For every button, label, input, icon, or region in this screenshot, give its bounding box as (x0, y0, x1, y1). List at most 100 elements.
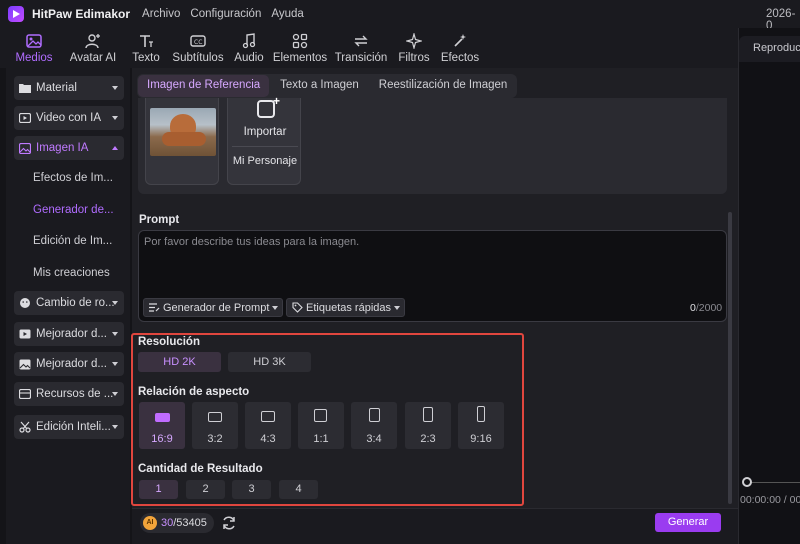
sidebar-item-recursos[interactable]: Recursos de ... (14, 382, 124, 406)
chevron-up-icon (112, 146, 118, 150)
tab-texto-a-imagen[interactable]: Texto a Imagen (271, 75, 368, 97)
subtitles-icon: CC (189, 32, 207, 50)
ai-credits-badge: AI 30/53405 (140, 513, 214, 533)
preview-tab[interactable]: Reproductor (739, 36, 800, 62)
tool-elementos[interactable]: Elementos (270, 28, 330, 68)
ratio-label: 3:4 (366, 433, 382, 445)
tool-label: Transición (334, 52, 388, 64)
quantity-2-button[interactable]: 2 (186, 480, 225, 499)
resolution-3k-button[interactable]: HD 3K (228, 352, 311, 372)
aspect-16-9-button[interactable]: 16:9 (139, 402, 185, 449)
aspect-1-1-button[interactable]: 1:1 (298, 402, 344, 449)
sidebar-item-label: Imagen IA (36, 142, 89, 154)
ratio-label: 16:9 (151, 433, 173, 445)
import-card[interactable]: Importar Mi Personaje (227, 94, 302, 185)
tool-transicion[interactable]: Transición (330, 28, 392, 68)
add-image-icon (257, 94, 280, 118)
quantity-3-button[interactable]: 3 (232, 480, 271, 499)
chevron-down-icon (112, 116, 118, 120)
ratio-label: 4:3 (260, 433, 276, 445)
sidebar-sub-edicion-imagen[interactable]: Edición de Im... (33, 235, 112, 247)
tool-medios[interactable]: Medios (6, 28, 62, 68)
main-toolbar: Medios Avatar AI Texto CC Subtítulos Aud… (0, 28, 738, 68)
sidebar-item-label: Edición Inteli... (36, 421, 111, 433)
tool-label: Subtítulos (172, 52, 224, 64)
quantity-title: Cantidad de Resultado (138, 463, 263, 475)
aspect-2-3-button[interactable]: 2:3 (405, 402, 451, 449)
tool-texto[interactable]: Texto (124, 28, 168, 68)
aspect-4-3-button[interactable]: 4:3 (245, 402, 291, 449)
my-character-label[interactable]: Mi Personaje (228, 155, 302, 167)
ratio-label: 3:2 (207, 433, 223, 445)
tool-label: Texto (132, 52, 160, 64)
tool-filtros[interactable]: Filtros (392, 28, 436, 68)
quantity-4-button[interactable]: 4 (279, 480, 318, 499)
image-ai-icon (18, 141, 32, 155)
quantity-1-button[interactable]: 1 (139, 480, 178, 499)
video-enhancer-icon (18, 327, 32, 341)
tag-icon (291, 302, 303, 314)
generate-button[interactable]: Generar (655, 513, 721, 532)
effects-icon (451, 32, 469, 50)
ratio-3-2-icon (208, 412, 222, 422)
svg-text:CC: CC (194, 39, 202, 46)
sidebar-item-label: Material (36, 82, 77, 94)
folder-icon (18, 81, 32, 95)
sidebar-item-cambio-rostro[interactable]: Cambio de ro... (14, 291, 124, 315)
transition-icon (352, 32, 370, 50)
aspect-9-16-button[interactable]: 9:16 (458, 402, 504, 449)
sidebar-item-label: Video con IA (36, 112, 102, 124)
credits-total: /53405 (173, 517, 207, 529)
resolution-2k-button[interactable]: HD 2K (138, 352, 221, 372)
prompt-generator-dropdown[interactable]: Generador de Prompt (143, 298, 284, 317)
chevron-down-icon (112, 86, 118, 90)
tool-efectos[interactable]: Efectos (436, 28, 484, 68)
ratio-label: 9:16 (470, 433, 492, 445)
sidebar-item-edicion-inteligente[interactable]: Edición Inteli... (14, 415, 124, 439)
tool-label: Efectos (440, 52, 480, 64)
app-logo-icon (8, 6, 24, 22)
tab-reestilizacion[interactable]: Reestilización de Imagen (370, 75, 517, 97)
mode-tabs: Imagen de Referencia Texto a Imagen Rees… (137, 74, 518, 98)
elements-icon (291, 32, 309, 50)
quick-tags-dropdown[interactable]: Etiquetas rápidas (286, 298, 405, 317)
timeline-scrubber-track[interactable] (744, 482, 800, 483)
sidebar-item-imagen-ia[interactable]: Imagen IA (14, 136, 124, 160)
menu-configuracion[interactable]: Configuración (190, 8, 261, 20)
title-bar: HitPaw Edimakor Archivo Configuración Ay… (0, 0, 800, 32)
sidebar-item-mejorador-imagen[interactable]: Mejorador d... (14, 352, 124, 376)
tool-audio[interactable]: Audio (228, 28, 270, 68)
image-enhancer-icon (18, 357, 32, 371)
menu-archivo[interactable]: Archivo (142, 8, 180, 20)
panel-scrollbar[interactable] (728, 212, 732, 504)
sidebar-item-material[interactable]: Material (14, 76, 124, 100)
sidebar-sub-generador[interactable]: Generador de... (33, 204, 114, 216)
timeline-scrubber-handle[interactable] (742, 477, 752, 487)
tool-avatar-ai[interactable]: Avatar AI (62, 28, 124, 68)
text-icon (137, 32, 155, 50)
sidebar-sub-efectos-imagen[interactable]: Efectos de Im... (33, 172, 113, 184)
chevron-down-icon (112, 425, 118, 429)
prompt-placeholder: Por favor describe tus ideas para la ima… (144, 236, 360, 248)
reference-image-card[interactable] (145, 98, 219, 185)
aspect-3-4-button[interactable]: 3:4 (351, 402, 397, 449)
scissors-icon (18, 420, 32, 434)
sidebar-item-video-ia[interactable]: Video con IA (14, 106, 124, 130)
prompt-title: Prompt (139, 214, 180, 226)
chevron-down-icon (112, 332, 118, 336)
avatar-ai-icon (84, 32, 102, 50)
menu-ayuda[interactable]: Ayuda (271, 8, 303, 20)
sidebar-item-mejorador-video[interactable]: Mejorador d... (14, 322, 124, 346)
app-name: HitPaw Edimakor (32, 7, 131, 21)
chip-label: Etiquetas rápidas (306, 301, 391, 314)
char-max: /2000 (695, 302, 723, 314)
tool-label: Medios (15, 52, 53, 64)
aspect-ratio-title: Relación de aspecto (138, 386, 250, 398)
chevron-down-icon (112, 392, 118, 396)
sidebar-sub-mis-creaciones[interactable]: Mis creaciones (33, 267, 110, 279)
tab-imagen-referencia[interactable]: Imagen de Referencia (138, 75, 270, 97)
tool-subtitulos[interactable]: CC Subtítulos (168, 28, 228, 68)
aspect-3-2-button[interactable]: 3:2 (192, 402, 238, 449)
refresh-icon[interactable] (221, 515, 237, 531)
playback-time: 00:00:00 / 00:0 (740, 494, 800, 506)
